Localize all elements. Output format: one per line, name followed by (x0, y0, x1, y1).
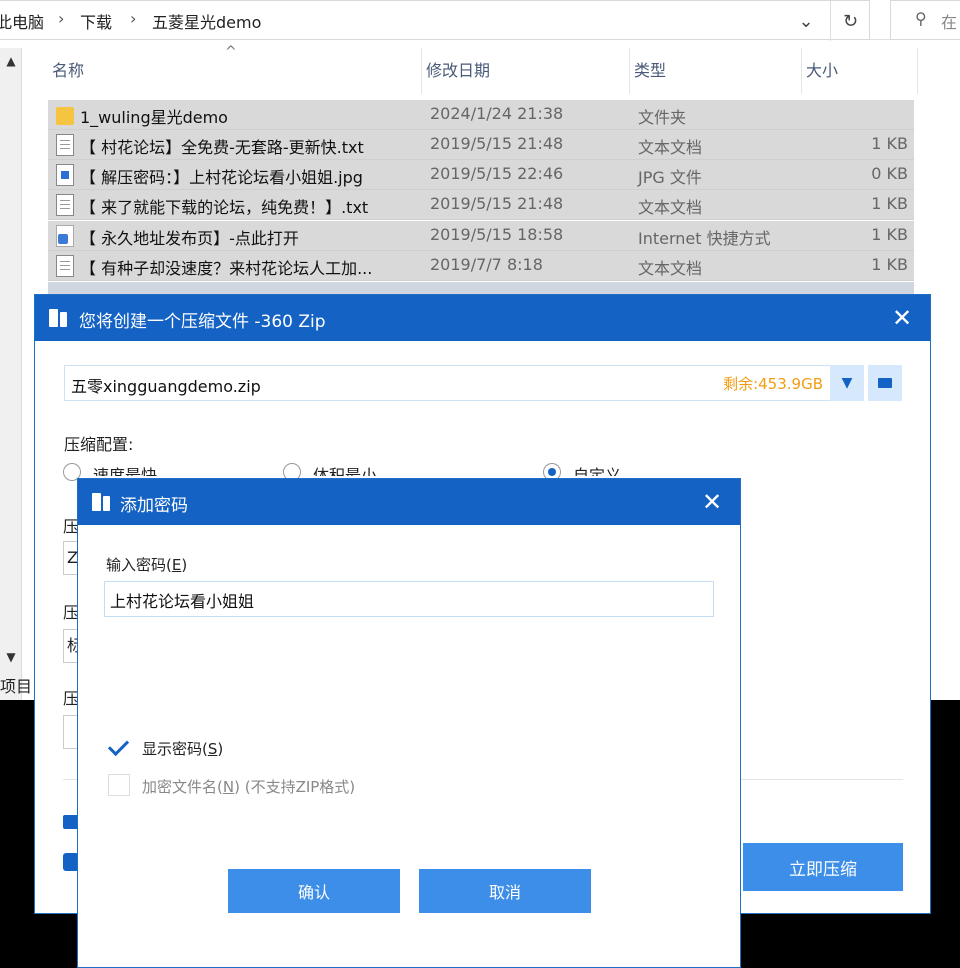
column-header-size[interactable]: 大小 (802, 48, 918, 94)
text-file-icon (56, 255, 74, 277)
show-password-label-end: ) (217, 740, 224, 758)
file-date: 2019/5/15 21:48 (430, 194, 564, 213)
breadcrumb-current-folder[interactable]: 五菱星光demo (152, 9, 261, 33)
radio-fastest-label: 速度最快 (93, 466, 158, 476)
encrypt-filenames-label-end: ) (不支持ZIP格式) (234, 778, 356, 796)
archive-name-input[interactable]: 五零xingguangdemo.zip 剩余:453.9GB (64, 365, 864, 401)
column-header-name-label: 名称 (52, 61, 85, 80)
file-row[interactable]: 【 有种子却没速度？来村花论坛人工加... 2019/7/7 8:18 文本文档… (48, 251, 914, 281)
file-size: 1 KB (871, 255, 908, 274)
confirm-button[interactable]: 确认 (228, 869, 400, 913)
radio-custom-label: 自定义 (573, 466, 622, 476)
archive-name-value: 五零xingguangdemo.zip (71, 377, 261, 396)
dialog-title-bar: 您将创建一个压缩文件 -360 Zip ✕ (35, 295, 930, 341)
search-box[interactable]: ⚲ 在 (890, 0, 960, 40)
file-name: 1_wuling星光demo (80, 108, 228, 127)
image-file-icon (56, 164, 74, 186)
file-row[interactable]: 【 来了就能下载的论坛，纯免费！】.txt 2019/5/15 21:48 文本… (48, 190, 914, 220)
encrypt-filenames-checkbox[interactable] (108, 774, 130, 796)
add-password-dialog: 添加密码 ✕ 输入密码(E) 上村花论坛看小姐姐 显示密码(S) 加密文件名(N… (77, 478, 741, 968)
file-row[interactable]: 【 永久地址发布页】-点此打开 2019/5/15 18:58 Internet… (48, 221, 914, 251)
chevron-right-icon: › (130, 9, 137, 28)
text-file-icon (56, 134, 74, 156)
password-input-label-text: 输入密码( (106, 556, 172, 574)
address-bar: 此电脑 › 下载 › 五菱星光demo ⌄ ↻ ⚲ 在 (0, 0, 960, 41)
password-input-value: 上村花论坛看小姐姐 (110, 592, 255, 611)
column-header-type[interactable]: 类型 (630, 48, 802, 94)
scroll-down-arrow-icon[interactable]: ▼ (0, 644, 22, 670)
close-icon[interactable]: ✕ (700, 490, 724, 514)
search-icon: ⚲ (915, 9, 927, 28)
file-type: Internet 快捷方式 (638, 229, 771, 248)
360zip-logo-icon (49, 309, 69, 329)
file-type: 文本文档 (638, 198, 703, 217)
refresh-icon[interactable]: ↻ (830, 1, 870, 41)
column-header-size-label: 大小 (806, 61, 839, 80)
file-date: 2019/7/7 8:18 (430, 255, 543, 274)
column-header-name[interactable]: 名称 (48, 48, 422, 94)
file-name: 【 有种子却没速度？来村花论坛人工加... (80, 259, 373, 278)
item-count-label: 项目 (0, 677, 33, 696)
file-name: 【 来了就能下载的论坛，纯免费！】.txt (80, 198, 369, 217)
breadcrumb-this-pc[interactable]: 此电脑 (0, 9, 44, 33)
file-date: 2024/1/24 21:38 (430, 104, 564, 123)
dialog-title-bar: 添加密码 ✕ (78, 479, 740, 525)
search-placeholder: 在 (941, 13, 958, 32)
360zip-logo-icon (92, 493, 112, 513)
close-icon[interactable]: ✕ (890, 306, 914, 330)
encrypt-filenames-label: 加密文件名(N) (不支持ZIP格式) (142, 776, 355, 797)
dialog-title: 您将创建一个压缩文件 -360 Zip (79, 312, 326, 332)
file-size: 1 KB (871, 225, 908, 244)
file-type: 文本文档 (638, 138, 703, 157)
file-type: JPG 文件 (638, 168, 702, 187)
chevron-down-icon[interactable]: ⌄ (786, 1, 826, 41)
chevron-down-icon[interactable]: ▼ (830, 365, 864, 401)
file-size: 1 KB (871, 134, 908, 153)
folder-icon (56, 107, 74, 125)
file-row[interactable]: 1_wuling星光demo 2024/1/24 21:38 文件夹 (48, 100, 914, 130)
show-password-label: 显示密码(S) (142, 738, 223, 759)
encrypt-filenames-label-text: 加密文件名( (142, 778, 223, 796)
file-type: 文本文档 (638, 259, 703, 278)
file-type: 文件夹 (638, 108, 687, 127)
column-header-date[interactable]: 修改日期 (422, 48, 630, 94)
file-name: 【 解压密码：】上村花论坛看小姐姐.jpg (80, 168, 363, 187)
file-size: 0 KB (871, 164, 908, 183)
compress-now-button[interactable]: 立即压缩 (743, 843, 903, 891)
compression-config-label: 压缩配置: (64, 435, 134, 454)
password-input-label: 输入密码(E) (106, 554, 187, 575)
file-row-partial (48, 282, 914, 294)
scroll-up-arrow-icon[interactable]: ▲ (0, 48, 22, 74)
address-box[interactable]: 此电脑 › 下载 › 五菱星光demo ⌄ ↻ (0, 0, 870, 41)
encrypt-filenames-hotkey: N (222, 778, 235, 796)
text-file-icon (56, 194, 74, 216)
column-header-date-label: 修改日期 (426, 61, 491, 80)
file-name: 【 永久地址发布页】-点此打开 (80, 229, 299, 248)
shortcut-icon (56, 225, 74, 247)
file-date: 2019/5/15 22:46 (430, 164, 564, 183)
show-password-checkbox[interactable] (108, 735, 130, 757)
radio-smallest-label: 体积最小 (313, 466, 378, 476)
show-password-hotkey: S (207, 740, 218, 758)
file-row[interactable]: 【 解压密码：】上村花论坛看小姐姐.jpg 2019/5/15 22:46 JP… (48, 160, 914, 190)
file-date: 2019/5/15 18:58 (430, 225, 564, 244)
breadcrumb-downloads[interactable]: 下载 (80, 9, 112, 33)
password-input[interactable]: 上村花论坛看小姐姐 (104, 581, 714, 617)
column-header-type-label: 类型 (634, 61, 667, 80)
cancel-button[interactable]: 取消 (419, 869, 591, 913)
dialog-title: 添加密码 (120, 496, 188, 516)
browse-folder-icon[interactable] (868, 365, 902, 401)
file-date: 2019/5/15 21:48 (430, 134, 564, 153)
navigation-pane-scrollbar[interactable] (0, 48, 22, 700)
password-input-hotkey: E (171, 556, 182, 574)
file-name: 【 村花论坛】全免费-无套路-更新快.txt (80, 138, 364, 157)
show-password-label-text: 显示密码( (142, 740, 208, 758)
free-space-label: 剩余:453.9GB (723, 375, 823, 393)
chevron-right-icon: › (58, 9, 65, 28)
file-size: 1 KB (871, 194, 908, 213)
password-input-label-end: ) (181, 556, 188, 574)
file-row[interactable]: 【 村花论坛】全免费-无套路-更新快.txt 2019/5/15 21:48 文… (48, 130, 914, 160)
